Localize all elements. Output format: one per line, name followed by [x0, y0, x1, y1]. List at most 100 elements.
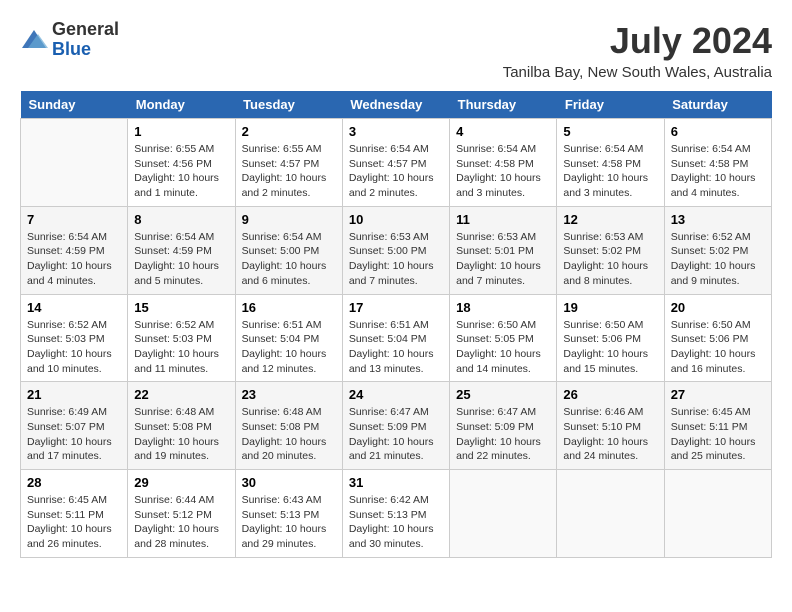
- sunrise: Sunrise: 6:47 AM: [349, 406, 429, 418]
- daylight: Daylight: 10 hours and 3 minutes.: [563, 172, 648, 199]
- sunrise: Sunrise: 6:54 AM: [456, 143, 536, 155]
- day-info: Sunrise: 6:48 AM Sunset: 5:08 PM Dayligh…: [134, 405, 228, 464]
- daylight: Daylight: 10 hours and 25 minutes.: [671, 436, 756, 463]
- sunset: Sunset: 4:58 PM: [456, 158, 534, 170]
- day-info: Sunrise: 6:45 AM Sunset: 5:11 PM Dayligh…: [27, 493, 121, 552]
- day-info: Sunrise: 6:51 AM Sunset: 5:04 PM Dayligh…: [242, 318, 336, 377]
- calendar-cell: 19 Sunrise: 6:50 AM Sunset: 5:06 PM Dayl…: [557, 294, 664, 382]
- daylight: Daylight: 10 hours and 15 minutes.: [563, 348, 648, 375]
- daylight: Daylight: 10 hours and 4 minutes.: [671, 172, 756, 199]
- sunrise: Sunrise: 6:47 AM: [456, 406, 536, 418]
- sunrise: Sunrise: 6:52 AM: [671, 231, 751, 243]
- calendar-cell: 27 Sunrise: 6:45 AM Sunset: 5:11 PM Dayl…: [664, 382, 771, 470]
- daylight: Daylight: 10 hours and 14 minutes.: [456, 348, 541, 375]
- calendar-cell: 3 Sunrise: 6:54 AM Sunset: 4:57 PM Dayli…: [342, 119, 449, 207]
- day-info: Sunrise: 6:54 AM Sunset: 5:00 PM Dayligh…: [242, 230, 336, 289]
- sunrise: Sunrise: 6:53 AM: [456, 231, 536, 243]
- calendar-cell: [664, 470, 771, 558]
- calendar-cell: 2 Sunrise: 6:55 AM Sunset: 4:57 PM Dayli…: [235, 119, 342, 207]
- sunset: Sunset: 5:06 PM: [671, 333, 749, 345]
- page-header: General Blue July 2024 Tanilba Bay, New …: [20, 20, 772, 81]
- sunset: Sunset: 5:13 PM: [242, 509, 320, 521]
- day-info: Sunrise: 6:48 AM Sunset: 5:08 PM Dayligh…: [242, 405, 336, 464]
- day-number: 9: [242, 212, 336, 227]
- sunrise: Sunrise: 6:50 AM: [671, 319, 751, 331]
- title-block: July 2024 Tanilba Bay, New South Wales, …: [503, 20, 772, 81]
- sunset: Sunset: 4:56 PM: [134, 158, 212, 170]
- week-row-5: 28 Sunrise: 6:45 AM Sunset: 5:11 PM Dayl…: [21, 470, 772, 558]
- day-info: Sunrise: 6:50 AM Sunset: 5:05 PM Dayligh…: [456, 318, 550, 377]
- day-info: Sunrise: 6:50 AM Sunset: 5:06 PM Dayligh…: [563, 318, 657, 377]
- logo-general: General: [52, 20, 119, 40]
- daylight: Daylight: 10 hours and 12 minutes.: [242, 348, 327, 375]
- sunset: Sunset: 5:07 PM: [27, 421, 105, 433]
- sunset: Sunset: 5:04 PM: [349, 333, 427, 345]
- calendar-cell: [21, 119, 128, 207]
- day-info: Sunrise: 6:46 AM Sunset: 5:10 PM Dayligh…: [563, 405, 657, 464]
- daylight: Daylight: 10 hours and 26 minutes.: [27, 523, 112, 550]
- sunrise: Sunrise: 6:46 AM: [563, 406, 643, 418]
- day-number: 2: [242, 124, 336, 139]
- day-number: 12: [563, 212, 657, 227]
- sunrise: Sunrise: 6:51 AM: [349, 319, 429, 331]
- day-info: Sunrise: 6:49 AM Sunset: 5:07 PM Dayligh…: [27, 405, 121, 464]
- day-info: Sunrise: 6:54 AM Sunset: 4:59 PM Dayligh…: [134, 230, 228, 289]
- sunrise: Sunrise: 6:54 AM: [134, 231, 214, 243]
- day-number: 10: [349, 212, 443, 227]
- day-number: 22: [134, 387, 228, 402]
- day-number: 28: [27, 475, 121, 490]
- calendar-cell: 7 Sunrise: 6:54 AM Sunset: 4:59 PM Dayli…: [21, 206, 128, 294]
- calendar-cell: 8 Sunrise: 6:54 AM Sunset: 4:59 PM Dayli…: [128, 206, 235, 294]
- calendar-cell: 24 Sunrise: 6:47 AM Sunset: 5:09 PM Dayl…: [342, 382, 449, 470]
- daylight: Daylight: 10 hours and 7 minutes.: [349, 260, 434, 287]
- sunset: Sunset: 5:13 PM: [349, 509, 427, 521]
- sunset: Sunset: 5:09 PM: [349, 421, 427, 433]
- calendar-cell: 10 Sunrise: 6:53 AM Sunset: 5:00 PM Dayl…: [342, 206, 449, 294]
- day-info: Sunrise: 6:52 AM Sunset: 5:02 PM Dayligh…: [671, 230, 765, 289]
- daylight: Daylight: 10 hours and 6 minutes.: [242, 260, 327, 287]
- sunrise: Sunrise: 6:43 AM: [242, 494, 322, 506]
- day-info: Sunrise: 6:51 AM Sunset: 5:04 PM Dayligh…: [349, 318, 443, 377]
- day-info: Sunrise: 6:54 AM Sunset: 4:58 PM Dayligh…: [456, 142, 550, 201]
- day-info: Sunrise: 6:42 AM Sunset: 5:13 PM Dayligh…: [349, 493, 443, 552]
- day-info: Sunrise: 6:43 AM Sunset: 5:13 PM Dayligh…: [242, 493, 336, 552]
- calendar-cell: 11 Sunrise: 6:53 AM Sunset: 5:01 PM Dayl…: [450, 206, 557, 294]
- calendar-cell: 25 Sunrise: 6:47 AM Sunset: 5:09 PM Dayl…: [450, 382, 557, 470]
- sunset: Sunset: 5:06 PM: [563, 333, 641, 345]
- daylight: Daylight: 10 hours and 30 minutes.: [349, 523, 434, 550]
- calendar-cell: 5 Sunrise: 6:54 AM Sunset: 4:58 PM Dayli…: [557, 119, 664, 207]
- day-number: 16: [242, 300, 336, 315]
- logo-blue: Blue: [52, 40, 119, 60]
- calendar-cell: 22 Sunrise: 6:48 AM Sunset: 5:08 PM Dayl…: [128, 382, 235, 470]
- calendar-cell: 29 Sunrise: 6:44 AM Sunset: 5:12 PM Dayl…: [128, 470, 235, 558]
- day-number: 29: [134, 475, 228, 490]
- calendar-cell: 16 Sunrise: 6:51 AM Sunset: 5:04 PM Dayl…: [235, 294, 342, 382]
- day-number: 7: [27, 212, 121, 227]
- day-number: 15: [134, 300, 228, 315]
- sunset: Sunset: 5:03 PM: [27, 333, 105, 345]
- calendar-cell: 14 Sunrise: 6:52 AM Sunset: 5:03 PM Dayl…: [21, 294, 128, 382]
- sunset: Sunset: 5:12 PM: [134, 509, 212, 521]
- sunset: Sunset: 5:09 PM: [456, 421, 534, 433]
- calendar-cell: 26 Sunrise: 6:46 AM Sunset: 5:10 PM Dayl…: [557, 382, 664, 470]
- calendar-cell: 17 Sunrise: 6:51 AM Sunset: 5:04 PM Dayl…: [342, 294, 449, 382]
- location-title: Tanilba Bay, New South Wales, Australia: [503, 64, 772, 81]
- sunrise: Sunrise: 6:54 AM: [27, 231, 107, 243]
- daylight: Daylight: 10 hours and 17 minutes.: [27, 436, 112, 463]
- sunset: Sunset: 4:58 PM: [563, 158, 641, 170]
- sunrise: Sunrise: 6:48 AM: [134, 406, 214, 418]
- calendar-cell: 12 Sunrise: 6:53 AM Sunset: 5:02 PM Dayl…: [557, 206, 664, 294]
- sunset: Sunset: 5:04 PM: [242, 333, 320, 345]
- daylight: Daylight: 10 hours and 5 minutes.: [134, 260, 219, 287]
- sunrise: Sunrise: 6:51 AM: [242, 319, 322, 331]
- sunrise: Sunrise: 6:54 AM: [349, 143, 429, 155]
- day-number: 20: [671, 300, 765, 315]
- sunrise: Sunrise: 6:49 AM: [27, 406, 107, 418]
- week-row-3: 14 Sunrise: 6:52 AM Sunset: 5:03 PM Dayl…: [21, 294, 772, 382]
- day-number: 25: [456, 387, 550, 402]
- header-sunday: Sunday: [21, 91, 128, 119]
- daylight: Daylight: 10 hours and 29 minutes.: [242, 523, 327, 550]
- week-row-4: 21 Sunrise: 6:49 AM Sunset: 5:07 PM Dayl…: [21, 382, 772, 470]
- header-thursday: Thursday: [450, 91, 557, 119]
- sunset: Sunset: 5:10 PM: [563, 421, 641, 433]
